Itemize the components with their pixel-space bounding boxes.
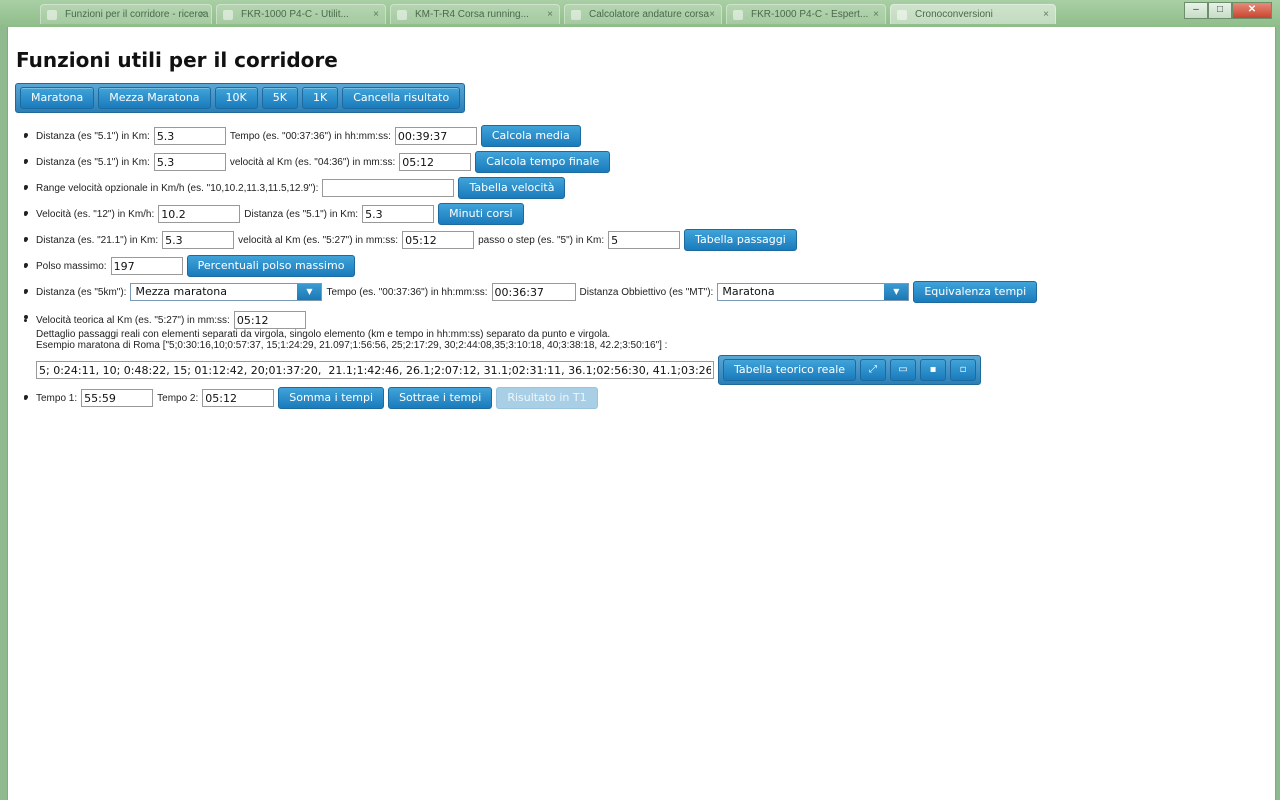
close-icon[interactable]: ✕: [1232, 2, 1272, 19]
sottrae-tempi-button[interactable]: Sottrae i tempi: [388, 387, 493, 409]
maximize-icon[interactable]: □: [1208, 2, 1232, 19]
list-item-polso: Polso massimo: Percentuali polso massimo: [24, 253, 1256, 279]
speed-range-input[interactable]: [322, 179, 455, 197]
tab-favicon-icon: [571, 10, 581, 20]
example-description: Esempio maratona di Roma ["5;0:30:16,10;…: [36, 340, 668, 351]
theoretical-pace-input[interactable]: [233, 311, 306, 329]
tab-favicon-icon: [897, 10, 907, 20]
list-item-media: Distanza (es "5.1") in Km: Tempo (es. "0…: [24, 123, 1256, 149]
tab-favicon-icon: [47, 10, 57, 20]
tab-close-icon[interactable]: ×: [199, 5, 205, 24]
step-input[interactable]: [608, 231, 681, 249]
tab-close-icon[interactable]: ×: [1043, 5, 1049, 24]
mezza-maratona-button[interactable]: Mezza Maratona: [98, 87, 211, 109]
percentuali-polso-button[interactable]: Percentuali polso massimo: [186, 255, 356, 277]
risultato-t1-button[interactable]: Risultato in T1: [496, 387, 598, 409]
pace-input[interactable]: [402, 231, 475, 249]
tab-close-icon[interactable]: ×: [373, 5, 379, 24]
bullet: [24, 315, 28, 319]
tempo1-input[interactable]: [81, 389, 154, 407]
bullet: [24, 211, 28, 215]
split-details-input[interactable]: [36, 361, 714, 379]
1k-button[interactable]: 1K: [301, 87, 339, 109]
bullet: [24, 395, 28, 399]
list-item-minuti: Velocità (es. "12") in Km/h: Distanza (e…: [24, 201, 1256, 227]
time-input[interactable]: [394, 127, 477, 145]
speed-input[interactable]: [158, 205, 241, 223]
functions-list: Distanza (es "5.1") in Km: Tempo (es. "0…: [24, 123, 1256, 411]
max-heart-rate-input[interactable]: [110, 257, 183, 275]
distance-input[interactable]: [162, 231, 235, 249]
10k-button[interactable]: 10K: [214, 87, 258, 109]
page-content: Funzioni utili per il corridore Maratona…: [7, 27, 1276, 800]
list-item-tempo-finale: Distanza (es "5.1") in Km: velocità al K…: [24, 149, 1256, 175]
maratona-button[interactable]: Maratona: [20, 87, 95, 109]
tab-favicon-icon: [733, 10, 743, 20]
distance-button-bar: Maratona Mezza Maratona 10K 5K 1K Cancel…: [15, 83, 466, 113]
tab-close-icon[interactable]: ×: [547, 5, 553, 24]
browser-tab[interactable]: KM-T-R4 Corsa running... ×: [390, 4, 560, 24]
browser-tab[interactable]: Calcolatore andature corsa ×: [564, 4, 722, 24]
chevron-down-icon: ▼: [297, 284, 322, 300]
bullet: [24, 237, 28, 241]
list-item-teorico: Velocità teorica al Km (es. "5:27") in m…: [24, 305, 1256, 385]
bullet: [24, 289, 28, 293]
browser-tab[interactable]: FKR-1000 P4-C - Utilit... ×: [216, 4, 386, 24]
teorico-button-bar: Tabella teorico reale ⤢ ▭ ▪ ▫: [718, 355, 982, 385]
minimize-icon[interactable]: –: [1184, 2, 1208, 19]
folder-open-icon[interactable]: ▭: [890, 359, 917, 381]
tab-close-icon[interactable]: ×: [873, 5, 879, 24]
tab-close-icon[interactable]: ×: [709, 5, 715, 24]
browser-tab[interactable]: Funzioni per il corridore - ricerca ×: [40, 4, 212, 24]
browser-tab-active[interactable]: Cronoconversioni ×: [890, 4, 1056, 24]
list-item-somma: Tempo 1: Tempo 2: Somma i tempi Sottrae …: [24, 385, 1256, 411]
detail-description: Dettaglio passaggi reali con elementi se…: [36, 329, 611, 340]
target-distance-select[interactable]: Maratona ▼: [717, 283, 910, 301]
tab-favicon-icon: [223, 10, 233, 20]
pace-input[interactable]: [399, 153, 472, 171]
distance-select[interactable]: Mezza maratona ▼: [130, 283, 323, 301]
tabella-passaggi-button[interactable]: Tabella passaggi: [684, 229, 797, 251]
browser-tab[interactable]: FKR-1000 P4-C - Espert... ×: [726, 4, 886, 24]
tabella-teorico-reale-button[interactable]: Tabella teorico reale: [723, 359, 857, 381]
calcola-media-button[interactable]: Calcola media: [480, 125, 581, 147]
bullet: [24, 159, 28, 163]
distance-input[interactable]: [153, 153, 226, 171]
distance-input[interactable]: [362, 205, 435, 223]
tabella-velocita-button[interactable]: Tabella velocità: [458, 177, 566, 199]
cancella-risultato-button[interactable]: Cancella risultato: [342, 87, 461, 109]
new-file-icon[interactable]: ▫: [950, 359, 977, 381]
chevron-down-icon: ▼: [884, 284, 909, 300]
minuti-corsi-button[interactable]: Minuti corsi: [438, 203, 524, 225]
page-title: Funzioni utili per il corridore: [16, 48, 338, 72]
time-input[interactable]: [491, 283, 576, 301]
equivalenza-tempi-button[interactable]: Equivalenza tempi: [913, 281, 1038, 303]
distance-input[interactable]: [153, 127, 226, 145]
bullet: [24, 263, 28, 267]
somma-tempi-button[interactable]: Somma i tempi: [278, 387, 385, 409]
calcola-tempo-finale-button[interactable]: Calcola tempo finale: [475, 151, 611, 173]
tab-favicon-icon: [397, 10, 407, 20]
list-item-passaggi: Distanza (es. "21.1") in Km: velocità al…: [24, 227, 1256, 253]
tempo2-input[interactable]: [202, 389, 275, 407]
window-controls: – □ ✕: [1184, 2, 1272, 19]
list-item-range: Range velocità opzionale in Km/h (es. "1…: [24, 175, 1256, 201]
bullet: [24, 133, 28, 137]
save-icon[interactable]: ▪: [920, 359, 947, 381]
browser-titlebar: Funzioni per il corridore - ricerca × FKR…: [0, 0, 1280, 27]
expand-icon[interactable]: ⤢: [860, 359, 887, 381]
5k-button[interactable]: 5K: [261, 87, 298, 109]
bullet: [24, 185, 28, 189]
list-item-equivalenza: Distanza (es "5km"): Mezza maratona ▼ Te…: [24, 279, 1256, 305]
